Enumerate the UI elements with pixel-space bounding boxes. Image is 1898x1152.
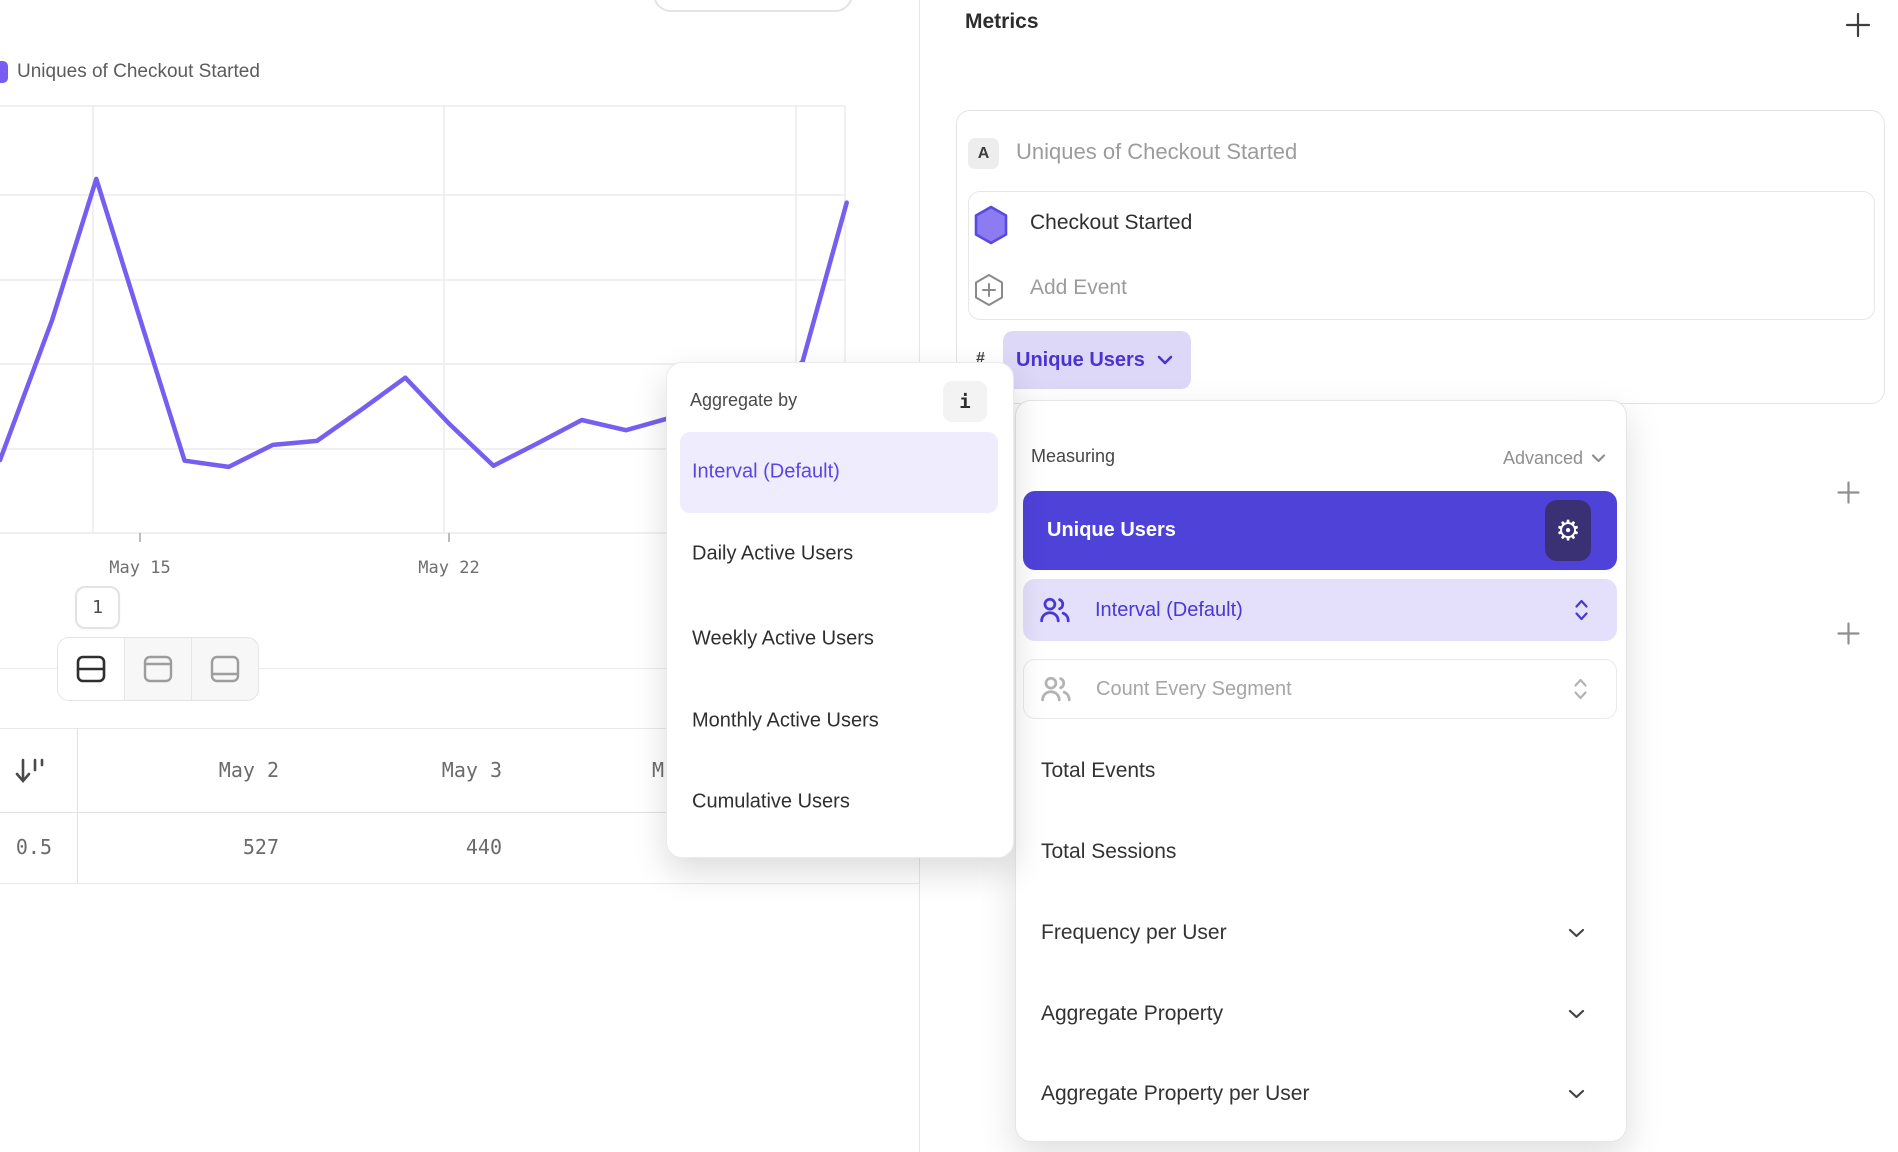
event-hexagon-icon [972, 204, 1010, 246]
aggregate-option-dau[interactable]: Daily Active Users [692, 543, 853, 566]
metrics-section-title: Metrics [965, 10, 1039, 34]
measuring-option-total-sessions[interactable]: Total Sessions [1041, 840, 1176, 864]
chart-table-view-toggle [57, 637, 259, 701]
up-down-chevrons-icon [1574, 599, 1589, 622]
measuring-option-aggregate-property[interactable]: Aggregate Property [1041, 1002, 1223, 1026]
chevron-down-icon[interactable] [1568, 1089, 1585, 1099]
add-metric-row-plus-icon[interactable] [1837, 481, 1860, 504]
aggregate-option-cumulative[interactable]: Cumulative Users [692, 791, 850, 814]
chevron-down-icon [1591, 454, 1606, 463]
measuring-title: Measuring [1031, 446, 1115, 467]
chevron-down-icon [1157, 355, 1173, 365]
measuring-option-aggregate-property-per-user[interactable]: Aggregate Property per User [1041, 1082, 1309, 1106]
split-view-icon [74, 654, 108, 684]
count-every-segment-label: Count Every Segment [1096, 678, 1292, 701]
gear-icon: ⚙ [1555, 517, 1580, 545]
add-event-button[interactable]: Add Event [1030, 276, 1127, 300]
bottom-bar-view-icon [208, 654, 242, 684]
add-formula-plus-icon[interactable] [1837, 622, 1860, 645]
chevron-down-icon[interactable] [1568, 1009, 1585, 1019]
table-header-cell[interactable]: May 3 [300, 742, 502, 798]
info-icon[interactable]: i [943, 381, 987, 422]
sort-icon[interactable] [12, 753, 48, 789]
chevron-down-icon[interactable] [1568, 928, 1585, 938]
table-header-cell[interactable]: May 2 [77, 742, 279, 798]
view-table-only-button[interactable] [191, 638, 258, 700]
aggregate-option-mau[interactable]: Monthly Active Users [692, 710, 879, 733]
settings-button[interactable]: ⚙ [1545, 500, 1591, 561]
add-event-hexagon-plus-icon [972, 272, 1006, 308]
metric-title[interactable]: Uniques of Checkout Started [1016, 139, 1297, 165]
series-page-button[interactable]: 1 [75, 586, 120, 629]
view-chart-only-button[interactable] [124, 638, 191, 700]
table-row-label: 0.5 [0, 816, 52, 878]
advanced-toggle[interactable]: Advanced [1466, 448, 1606, 469]
selected-option-label: Unique Users [1047, 519, 1176, 542]
aggregate-by-title: Aggregate by [690, 390, 797, 411]
top-bar-view-icon [141, 654, 175, 684]
aggregate-option-wau[interactable]: Weekly Active Users [692, 628, 874, 651]
table-row-border [0, 883, 919, 884]
x-axis-label: May 15 [109, 558, 170, 578]
x-axis-label: May 22 [418, 558, 479, 578]
event-name[interactable]: Checkout Started [1030, 211, 1192, 235]
x-axis-ticks [140, 533, 449, 542]
insights-report-screen: Uniques of Checkout Started [0, 0, 1898, 1152]
users-icon [1037, 594, 1073, 626]
interval-selector-label: Interval (Default) [1095, 599, 1243, 622]
measurement-chip-label: Unique Users [1016, 349, 1145, 372]
add-metric-plus-icon[interactable] [1845, 12, 1871, 38]
metric-letter-badge: A [968, 138, 999, 169]
measurement-chip[interactable]: Unique Users [1003, 331, 1191, 389]
table-cell: 527 [77, 816, 279, 878]
measuring-option-unique-users-selected[interactable]: Unique Users ⚙ [1023, 491, 1617, 570]
measuring-option-total-events[interactable]: Total Events [1041, 759, 1155, 783]
interval-selector-row[interactable]: Interval (Default) [1023, 579, 1617, 641]
measuring-option-frequency-per-user[interactable]: Frequency per User [1041, 921, 1227, 945]
view-split-button[interactable] [58, 638, 124, 700]
aggregate-option-interval[interactable]: Interval (Default) [692, 461, 840, 484]
advanced-toggle-label: Advanced [1503, 448, 1583, 469]
count-every-segment-row[interactable]: Count Every Segment [1023, 659, 1617, 719]
up-down-chevrons-icon [1573, 678, 1588, 701]
table-cell: 440 [300, 816, 502, 878]
users-icon [1038, 673, 1074, 705]
